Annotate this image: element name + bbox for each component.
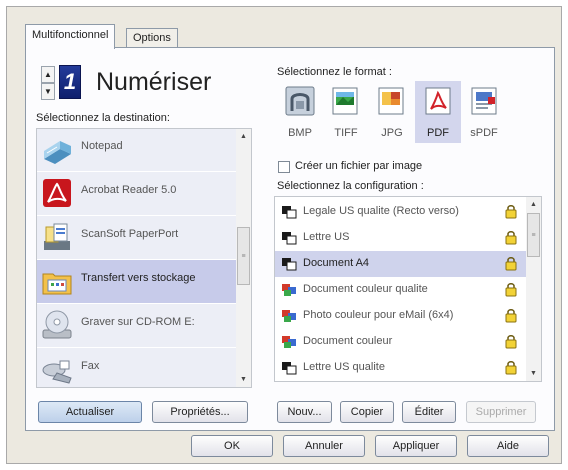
- spdf-icon: [471, 87, 497, 115]
- configuration-label: Sélectionnez la configuration :: [277, 180, 424, 192]
- delete-config-button[interactable]: Supprimer: [466, 401, 536, 423]
- tab-options[interactable]: Options: [126, 28, 178, 48]
- format-label-tiff: TIFF: [334, 127, 358, 139]
- scroll-down-button[interactable]: ▼: [526, 366, 541, 381]
- scroll-up-button[interactable]: ▲: [236, 129, 251, 144]
- format-label-jpg: JPG: [381, 127, 403, 139]
- format-option-spdf[interactable]: sPDF: [461, 81, 507, 143]
- format-option-jpg[interactable]: JPG: [369, 81, 415, 143]
- config-name: Document couleur qualite: [303, 283, 428, 295]
- mode-spinner: ▲ ▼: [41, 66, 55, 100]
- config-name: Lettre US qualite: [303, 361, 385, 373]
- bw-scan-icon: [282, 258, 297, 271]
- destination-name: ScanSoft PaperPort: [81, 228, 179, 240]
- cd-burn-icon: [42, 310, 72, 339]
- scroll-up-button[interactable]: ▲: [526, 197, 541, 212]
- page-title: Numériser: [96, 68, 212, 96]
- lock-icon: [505, 361, 517, 375]
- config-name: Legale US qualite (Recto verso): [303, 205, 459, 217]
- destination-name: Transfert vers stockage: [81, 272, 196, 284]
- pdf-icon: [425, 87, 451, 115]
- spinner-down-button[interactable]: ▼: [41, 83, 55, 100]
- copy-config-button[interactable]: Copier: [340, 401, 394, 423]
- format-option-bmp[interactable]: BMP: [277, 81, 323, 143]
- list-item[interactable]: Acrobat Reader 5.0: [37, 172, 237, 215]
- help-button[interactable]: Aide: [467, 435, 549, 457]
- destination-name: Notepad: [81, 140, 123, 152]
- mode-number-icon: 1: [59, 65, 81, 99]
- dialog-window: Multifonctionnel Options ▲ ▼ 1 Numériser…: [6, 6, 562, 464]
- scroll-thumb[interactable]: ≡: [237, 227, 250, 285]
- list-item[interactable]: Photo couleur pour eMail (6x4): [275, 303, 527, 329]
- jpg-icon: [378, 87, 404, 115]
- format-option-pdf[interactable]: PDF: [415, 81, 461, 143]
- lock-icon: [505, 257, 517, 271]
- lock-icon: [505, 309, 517, 323]
- storage-icon: [42, 273, 72, 295]
- apply-button[interactable]: Appliquer: [375, 435, 457, 457]
- per-image-label: Créer un fichier par image: [295, 160, 423, 172]
- list-item[interactable]: Lettre US: [275, 225, 527, 251]
- configuration-scrollbar[interactable]: ▲ ≡ ▼: [526, 197, 541, 381]
- properties-button[interactable]: Propriétés...: [152, 401, 248, 423]
- lock-icon: [505, 205, 517, 219]
- list-item[interactable]: Document A4: [275, 251, 527, 277]
- scroll-down-button[interactable]: ▼: [236, 372, 251, 387]
- format-label-pdf: PDF: [427, 127, 449, 139]
- config-name: Lettre US: [303, 231, 350, 243]
- config-name: Document A4: [303, 257, 370, 269]
- tiff-icon: [332, 87, 358, 115]
- list-item[interactable]: Notepad: [37, 129, 237, 171]
- edit-config-button[interactable]: Éditer: [402, 401, 456, 423]
- refresh-button[interactable]: Actualiser: [38, 401, 142, 423]
- destination-scrollbar[interactable]: ▲ ≡ ▼: [236, 129, 251, 387]
- fax-icon: [42, 360, 72, 384]
- destination-name: Fax: [81, 360, 100, 372]
- list-item[interactable]: Document couleur qualite: [275, 277, 527, 303]
- config-name: Photo couleur pour eMail (6x4): [303, 309, 454, 321]
- ok-button[interactable]: OK: [191, 435, 273, 457]
- list-item[interactable]: Fax: [37, 348, 237, 387]
- configuration-list[interactable]: Legale US qualite (Recto verso) Lettre U…: [274, 196, 542, 382]
- new-config-button[interactable]: Nouv...: [277, 401, 332, 423]
- per-image-checkbox[interactable]: [278, 161, 290, 173]
- color-scan-icon: [282, 284, 296, 296]
- list-item[interactable]: Lettre US qualite: [275, 355, 527, 381]
- lock-icon: [505, 283, 517, 297]
- acrobat-icon: [43, 179, 71, 207]
- list-item[interactable]: Document couleur: [275, 329, 527, 355]
- tab-panel: ▲ ▼ 1 Numériser Sélectionnez la destinat…: [25, 47, 555, 431]
- bw-scan-icon: [282, 232, 297, 245]
- format-label-bmp: BMP: [288, 127, 312, 139]
- lock-icon: [505, 231, 517, 245]
- color-scan-icon: [282, 310, 296, 322]
- bw-scan-icon: [282, 206, 297, 219]
- list-item[interactable]: Transfert vers stockage: [37, 260, 237, 303]
- format-label-spdf: sPDF: [470, 127, 498, 139]
- scroll-thumb[interactable]: ≡: [527, 213, 540, 257]
- destination-name: Acrobat Reader 5.0: [81, 184, 177, 196]
- format-label: Sélectionnez le format :: [277, 66, 392, 78]
- destination-name: Graver sur CD-ROM E:: [81, 316, 195, 328]
- color-scan-icon: [282, 336, 296, 348]
- config-name: Document couleur: [303, 335, 393, 347]
- destination-label: Sélectionnez la destination:: [36, 112, 170, 124]
- notepad-icon: [44, 141, 71, 164]
- bw-scan-icon: [282, 362, 297, 375]
- bmp-icon: [285, 86, 315, 116]
- paperport-icon: [44, 223, 70, 250]
- tab-multifonctionnel[interactable]: Multifonctionnel: [25, 24, 116, 49]
- list-item[interactable]: ScanSoft PaperPort: [37, 216, 237, 259]
- destination-list[interactable]: Notepad Acrobat Reader 5.0 ScanSoft Pape…: [36, 128, 252, 388]
- lock-icon: [505, 335, 517, 349]
- format-option-tiff[interactable]: TIFF: [323, 81, 369, 143]
- spinner-up-button[interactable]: ▲: [41, 66, 55, 83]
- list-item[interactable]: Legale US qualite (Recto verso): [275, 199, 527, 225]
- list-item[interactable]: Graver sur CD-ROM E:: [37, 304, 237, 347]
- cancel-button[interactable]: Annuler: [283, 435, 365, 457]
